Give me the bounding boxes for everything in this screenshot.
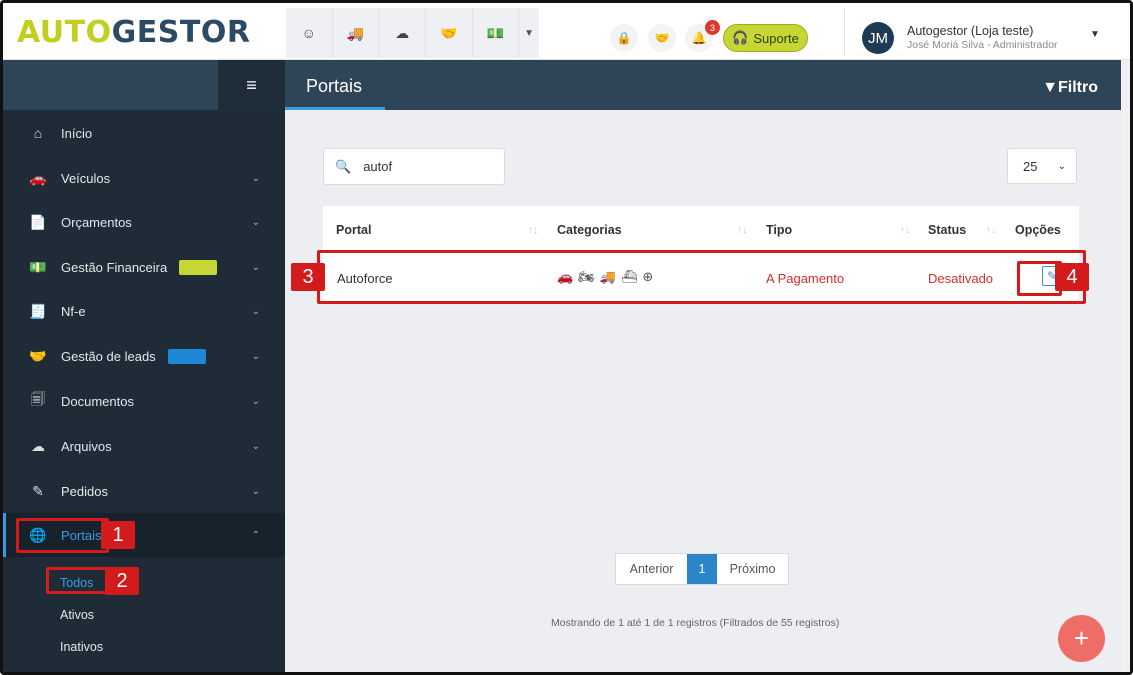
logo[interactable]: AUTOGESTOR bbox=[17, 15, 250, 50]
portals-table: Portal ↑↓ Categorias ↑↓ Tipo ↑↓ Status ↑… bbox=[291, 206, 1089, 304]
sidebar-item-arquivos[interactable]: ☁ Arquivos ⌄ bbox=[3, 424, 285, 468]
add-button[interactable]: + bbox=[1058, 615, 1105, 662]
handshake-icon[interactable]: 🤝 bbox=[426, 8, 473, 58]
menu-toggle-button[interactable]: ≡ bbox=[218, 60, 285, 110]
sort-icon[interactable]: ↑↓ bbox=[986, 225, 996, 236]
page-header: Portais ▼Filtro bbox=[285, 60, 1130, 110]
annotation-box-2 bbox=[46, 567, 109, 594]
page-size-select[interactable]: 25 ⌄ bbox=[1007, 148, 1077, 184]
app-frame: AUTOGESTOR ☺ 🚚 ☁ 🤝 💵 ▼ 🔒 🤝 🔔 3 🎧 Suporte … bbox=[0, 0, 1133, 675]
avatar[interactable]: JM bbox=[862, 22, 894, 54]
status-badge bbox=[179, 259, 218, 275]
chevron-down-icon: ⌄ bbox=[1057, 160, 1066, 172]
sidebar-item-gestao-financeira[interactable]: 💵 Gestão Financeira ⌄ bbox=[3, 245, 285, 289]
annotation-number-1: 1 bbox=[101, 521, 135, 549]
sort-icon[interactable]: ↑↓ bbox=[737, 225, 747, 236]
cloud-upload-icon[interactable]: ☁ bbox=[379, 8, 426, 58]
sidebar-item-nfe[interactable]: 🧾 Nf-e ⌄ bbox=[3, 289, 285, 333]
column-header-tipo[interactable]: Tipo bbox=[766, 223, 792, 237]
chevron-up-icon: ⌃ bbox=[251, 529, 260, 541]
sidebar: ≡ ⌂ Início 🚗 Veículos ⌄ 📄 Orçamentos ⌄ 💵 Gestã… bbox=[3, 60, 285, 672]
user-name[interactable]: Autogestor (Loja teste) bbox=[907, 24, 1033, 38]
invoice-icon: 🧾 bbox=[29, 302, 47, 319]
previous-page-button[interactable]: Anterior bbox=[616, 554, 687, 584]
money-icon: 💵 bbox=[29, 258, 47, 275]
sidebar-subitem-ativos[interactable]: Ativos bbox=[60, 608, 94, 622]
lock-icon[interactable]: 🔒 bbox=[610, 24, 638, 52]
handshake-icon[interactable]: 🤝 bbox=[648, 24, 676, 52]
edit-icon: ✎ bbox=[32, 482, 44, 499]
search-icon: 🔍 bbox=[335, 158, 352, 174]
column-header-portal[interactable]: Portal bbox=[336, 223, 371, 237]
column-header-opcoes: Opções bbox=[1015, 223, 1061, 237]
annotation-box-1 bbox=[16, 518, 109, 553]
sidebar-item-gestao-de-leads[interactable]: 🤝 Gestão de leads ⌄ bbox=[3, 334, 285, 378]
support-button[interactable]: 🎧 Suporte bbox=[723, 24, 808, 52]
cloud-upload-icon: ☁ bbox=[31, 437, 45, 454]
sort-icon[interactable]: ↑↓ bbox=[900, 225, 910, 236]
headset-icon: 🎧 bbox=[732, 30, 749, 45]
hamburger-icon: ≡ bbox=[246, 74, 257, 95]
page-title: Portais bbox=[306, 76, 363, 96]
chevron-down-icon: ⌄ bbox=[251, 172, 260, 184]
car-icon: 🚗 bbox=[29, 169, 47, 186]
notification-badge: 3 bbox=[705, 20, 720, 35]
car-plus-icon[interactable]: 🚚 bbox=[333, 8, 380, 58]
chevron-down-icon: ⌄ bbox=[251, 350, 260, 362]
top-bar: AUTOGESTOR ☺ 🚚 ☁ 🤝 💵 ▼ 🔒 🤝 🔔 3 🎧 Suporte … bbox=[3, 3, 1130, 60]
chevron-down-icon[interactable]: ▼ bbox=[519, 8, 539, 58]
chevron-down-icon: ⌄ bbox=[251, 485, 260, 497]
current-page-button[interactable]: 1 bbox=[687, 554, 717, 584]
status-badge bbox=[167, 348, 206, 364]
sidebar-subitem-inativos[interactable]: Inativos bbox=[60, 640, 103, 654]
sidebar-item-inicio[interactable]: ⌂ Início bbox=[3, 111, 285, 155]
annotation-number-2: 2 bbox=[105, 567, 139, 595]
smile-icon[interactable]: ☺ bbox=[286, 8, 333, 58]
column-header-status[interactable]: Status bbox=[928, 223, 966, 237]
sidebar-item-documentos[interactable]: 🗐 Documentos ⌄ bbox=[3, 379, 285, 423]
next-page-button[interactable]: Próximo bbox=[717, 554, 788, 584]
file-icon: 📄 bbox=[29, 213, 47, 230]
chevron-down-icon[interactable]: ▼ bbox=[1090, 29, 1100, 40]
sidebar-item-pedidos[interactable]: ✎ Pedidos ⌄ bbox=[3, 469, 285, 513]
money-icon[interactable]: 💵 bbox=[473, 8, 520, 58]
home-icon: ⌂ bbox=[33, 125, 43, 141]
sidebar-item-orcamentos[interactable]: 📄 Orçamentos ⌄ bbox=[3, 200, 285, 244]
main-content: Portais ▼Filtro 🔍 autof 25 ⌄ Portal ↑↓ Cat… bbox=[285, 60, 1130, 672]
sidebar-item-veiculos[interactable]: 🚗 Veículos ⌄ bbox=[3, 156, 285, 200]
sort-icon[interactable]: ↑↓ bbox=[528, 225, 538, 236]
divider bbox=[844, 8, 845, 56]
chevron-down-icon: ⌄ bbox=[251, 261, 260, 273]
annotation-number-3: 3 bbox=[291, 263, 325, 291]
handshake-icon: 🤝 bbox=[29, 347, 47, 364]
filter-icon: ▼ bbox=[1042, 79, 1058, 96]
documents-icon: 🗐 bbox=[31, 391, 45, 407]
annotation-number-4: 4 bbox=[1055, 263, 1089, 291]
sidebar-header: ≡ bbox=[3, 60, 285, 110]
filter-button[interactable]: ▼Filtro bbox=[1042, 79, 1098, 97]
quick-actions: ☺ 🚚 ☁ 🤝 💵 ▼ bbox=[286, 8, 539, 58]
column-header-categorias[interactable]: Categorias bbox=[557, 223, 622, 237]
chevron-down-icon: ⌄ bbox=[251, 395, 260, 407]
search-input[interactable]: 🔍 autof bbox=[323, 148, 505, 185]
annotation-box-3 bbox=[317, 250, 1086, 304]
user-role: José Moriá Silva - Administrador bbox=[907, 39, 1058, 51]
scrollbar[interactable] bbox=[1121, 60, 1130, 672]
chevron-down-icon: ⌄ bbox=[251, 305, 260, 317]
plus-icon: + bbox=[1073, 623, 1090, 653]
title-underline bbox=[285, 107, 385, 110]
records-info: Mostrando de 1 até 1 de 1 registros (Fil… bbox=[551, 617, 840, 629]
pagination: Anterior 1 Próximo bbox=[615, 553, 789, 585]
chevron-down-icon: ⌄ bbox=[251, 216, 260, 228]
chevron-down-icon: ⌄ bbox=[251, 440, 260, 452]
